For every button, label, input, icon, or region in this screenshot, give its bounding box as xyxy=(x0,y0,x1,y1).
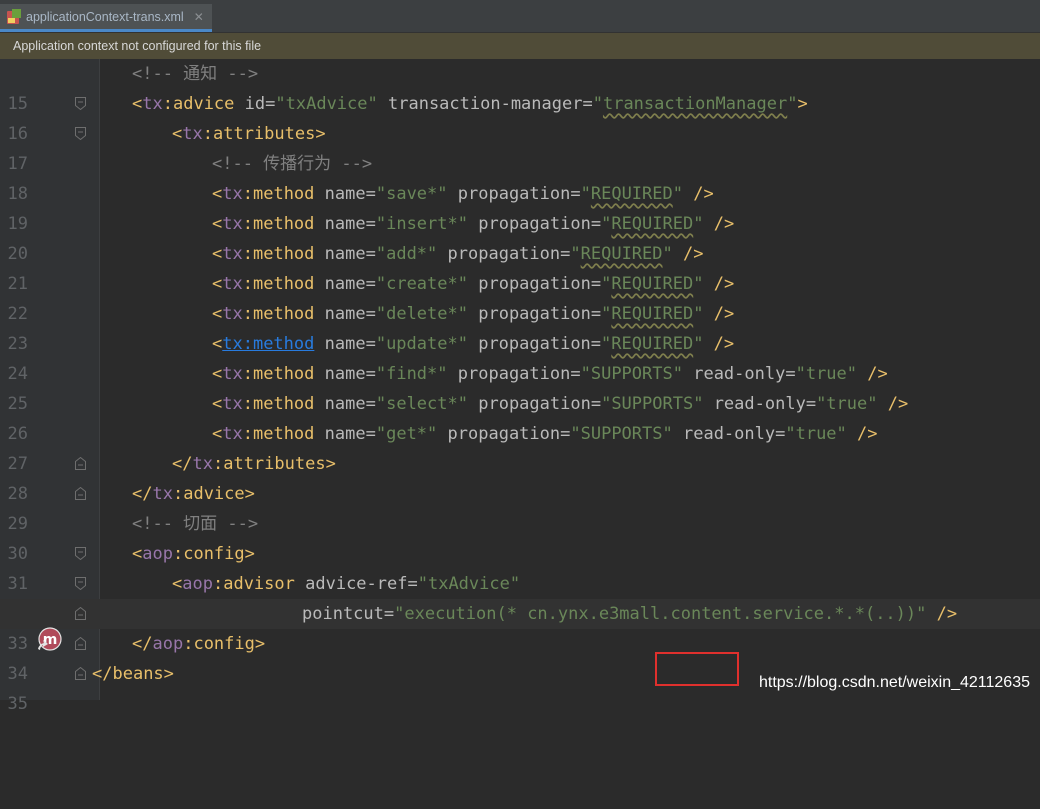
code-line: 20 <tx:method name="insert*" propagation… xyxy=(0,209,1040,239)
code-line: 19 <tx:method name="save*" propagation="… xyxy=(0,179,1040,209)
code-line: 16 <tx:advice id="txAdvice" transaction-… xyxy=(0,89,1040,119)
fold-icon[interactable] xyxy=(75,487,86,500)
notification-text: Application context not configured for t… xyxy=(13,39,261,53)
code-line: 26 <tx:method name="select*" propagation… xyxy=(0,389,1040,419)
highlighted-text: content. xyxy=(670,604,752,624)
fold-icon[interactable] xyxy=(75,667,86,680)
code-line: 34 </aop:config> xyxy=(0,629,1040,659)
maven-icon[interactable]: m xyxy=(35,625,65,655)
highlight-box xyxy=(655,652,739,686)
code-line: 22 <tx:method name="create*" propagation… xyxy=(0,269,1040,299)
code-line: 15 <!-- 通知 --> xyxy=(0,59,1040,89)
code-line: 28 </tx:attributes> xyxy=(0,449,1040,479)
file-tab[interactable]: applicationContext-trans.xml ✕ xyxy=(0,4,212,32)
tab-filename: applicationContext-trans.xml xyxy=(26,10,184,24)
code-line: 29 </tx:advice> xyxy=(0,479,1040,509)
code-line: 31 <aop:config> xyxy=(0,539,1040,569)
close-icon[interactable]: ✕ xyxy=(194,10,204,24)
code-line-current: 33 pointcut="execution(* cn.ynx.e3mall.c… xyxy=(0,599,1040,629)
code-line: 25 <tx:method name="find*" propagation="… xyxy=(0,359,1040,389)
code-line: 24 <tx:method name="update*" propagation… xyxy=(0,329,1040,359)
notification-banner: Application context not configured for t… xyxy=(0,33,1040,59)
code-line: 18 <!-- 传播行为 --> xyxy=(0,149,1040,179)
editor-tab-bar: applicationContext-trans.xml ✕ xyxy=(0,0,1040,33)
tag-link[interactable]: tx:method xyxy=(222,334,314,354)
fold-icon[interactable] xyxy=(75,127,86,140)
comment: <!-- 传播行为 --> xyxy=(212,154,372,174)
fold-icon[interactable] xyxy=(75,607,86,620)
fold-icon[interactable] xyxy=(75,97,86,110)
fold-icon[interactable] xyxy=(75,457,86,470)
code-line: 27 <tx:method name="get*" propagation="S… xyxy=(0,419,1040,449)
code-line: 32 <aop:advisor advice-ref="txAdvice" xyxy=(0,569,1040,599)
fold-icon[interactable] xyxy=(75,637,86,650)
code-line: 30 <!-- 切面 --> xyxy=(0,509,1040,539)
line-number: 35 xyxy=(0,689,28,719)
fold-icon[interactable] xyxy=(75,577,86,590)
code-editor[interactable]: 15 <!-- 通知 --> 16 <tx:advice id="txAdvic… xyxy=(0,59,1040,700)
comment: <!-- 切面 --> xyxy=(132,514,258,534)
xml-file-icon xyxy=(6,9,22,25)
code-line: 21 <tx:method name="add*" propagation="R… xyxy=(0,239,1040,269)
fold-icon[interactable] xyxy=(75,547,86,560)
code-line: 23 <tx:method name="delete*" propagation… xyxy=(0,299,1040,329)
watermark: https://blog.csdn.net/weixin_42112635 xyxy=(759,674,1030,692)
code-line: 17 <tx:attributes> xyxy=(0,119,1040,149)
comment: <!-- 通知 --> xyxy=(132,64,258,84)
